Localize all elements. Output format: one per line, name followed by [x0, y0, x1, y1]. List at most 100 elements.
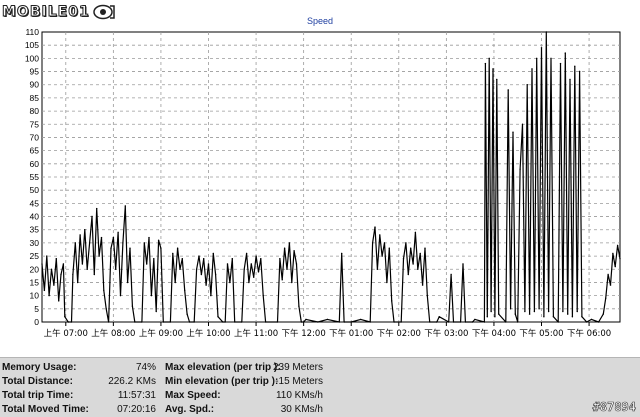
- speed-point: [124, 205, 127, 207]
- speed-point: [590, 318, 593, 321]
- y-tick-label: 5: [34, 304, 39, 314]
- speed-point: [538, 308, 540, 310]
- speed-point: [402, 258, 405, 260]
- speed-point: [110, 247, 112, 249]
- y-tick-label: 60: [30, 159, 40, 169]
- speed-point: [381, 255, 383, 257]
- x-tick-label: 下午 01:00: [329, 328, 373, 339]
- x-tick-label: 上午 07:00: [44, 328, 88, 339]
- speed-point: [93, 273, 96, 276]
- speed-point: [119, 294, 122, 297]
- speed-point: [519, 168, 521, 170]
- speed-point: [419, 252, 421, 255]
- speed-point: [417, 268, 419, 270]
- speed-point: [264, 321, 267, 323]
- speed-point: [103, 289, 105, 292]
- speed-point: [509, 308, 512, 310]
- speed-point: [105, 308, 107, 310]
- speed-point: [462, 263, 464, 265]
- speed-point: [578, 70, 581, 73]
- speed-point: [84, 229, 86, 231]
- speed-point: [126, 281, 129, 284]
- total-trip-time-label: Total trip Time:: [2, 390, 74, 401]
- speed-point: [229, 281, 231, 284]
- speed-point: [157, 239, 160, 241]
- x-tick-label: 下午 04:00: [472, 328, 516, 339]
- speed-point: [281, 279, 283, 281]
- speed-point: [391, 300, 393, 302]
- speed-point: [369, 321, 371, 323]
- y-tick-label: 15: [30, 277, 40, 287]
- speed-point: [450, 273, 452, 276]
- speed-point: [70, 321, 73, 323]
- x-tick-label: 下午 12:00: [282, 328, 326, 339]
- speed-point: [276, 321, 279, 323]
- speed-point: [536, 57, 538, 60]
- speed-point: [376, 268, 379, 270]
- speed-point: [88, 242, 91, 244]
- speed-point: [153, 258, 155, 260]
- speed-point: [98, 255, 100, 257]
- speed-point: [614, 265, 616, 268]
- x-tick-label: 上午 11:00: [234, 328, 278, 339]
- speed-point: [162, 321, 164, 323]
- speed-point: [226, 263, 229, 265]
- speed-point: [298, 305, 300, 307]
- speed-point: [129, 247, 131, 249]
- speed-point: [115, 268, 117, 270]
- speed-point: [388, 247, 390, 249]
- speed-point: [581, 316, 583, 318]
- speed-point: [260, 258, 262, 260]
- speed-point: [155, 310, 157, 313]
- speed-point: [131, 305, 134, 307]
- speed-point: [96, 207, 98, 210]
- speed-point: [550, 57, 552, 60]
- speed-point: [234, 321, 236, 323]
- speed-point: [464, 321, 467, 323]
- x-tick-label: 下午 06:00: [567, 328, 611, 339]
- x-tick-label: 下午 03:00: [424, 328, 468, 339]
- total-distance-label: Total Distance:: [2, 376, 73, 387]
- speed-point: [195, 268, 198, 270]
- x-tick-label: 上午 09:00: [139, 328, 183, 339]
- speed-point: [50, 268, 53, 270]
- speed-point: [424, 247, 426, 249]
- total-moved-time-value: 07:20:16: [117, 404, 156, 415]
- total-distance-value: 226.2 KMs: [108, 376, 156, 387]
- speed-point: [533, 310, 536, 313]
- y-tick-label: 90: [30, 80, 40, 90]
- speed-point: [64, 316, 66, 318]
- speed-point: [374, 226, 376, 228]
- speed-point: [421, 284, 424, 286]
- speed-point: [414, 231, 417, 234]
- y-tick-label: 45: [30, 198, 40, 208]
- speed-point: [107, 321, 110, 323]
- speed-point: [452, 321, 455, 323]
- speed-point: [494, 316, 496, 318]
- memory-usage-label: Memory Usage:: [2, 362, 77, 373]
- speed-point: [184, 289, 186, 292]
- speed-point: [231, 258, 233, 260]
- max-speed-value: 110 KMs/h: [275, 390, 323, 401]
- speed-point: [552, 316, 555, 318]
- speed-point: [602, 313, 604, 315]
- speed-point: [393, 321, 395, 323]
- y-tick-label: 20: [30, 264, 40, 274]
- speed-point: [160, 247, 162, 249]
- speed-point: [250, 263, 252, 265]
- total-moved-time-label: Total Moved Time:: [2, 404, 89, 415]
- speed-point: [134, 321, 136, 323]
- speed-point: [302, 321, 305, 323]
- speed-point: [253, 276, 255, 278]
- y-tick-label: 95: [30, 67, 40, 77]
- speed-point: [43, 289, 46, 292]
- speed-point: [86, 268, 88, 270]
- y-tick-label: 10: [30, 291, 40, 301]
- y-tick-label: 110: [25, 27, 39, 37]
- speed-point: [279, 258, 281, 260]
- speed-point: [488, 57, 490, 60]
- speed-point: [293, 250, 295, 252]
- speed-point: [429, 321, 431, 323]
- speed-point: [514, 313, 516, 315]
- speed-point: [212, 252, 214, 255]
